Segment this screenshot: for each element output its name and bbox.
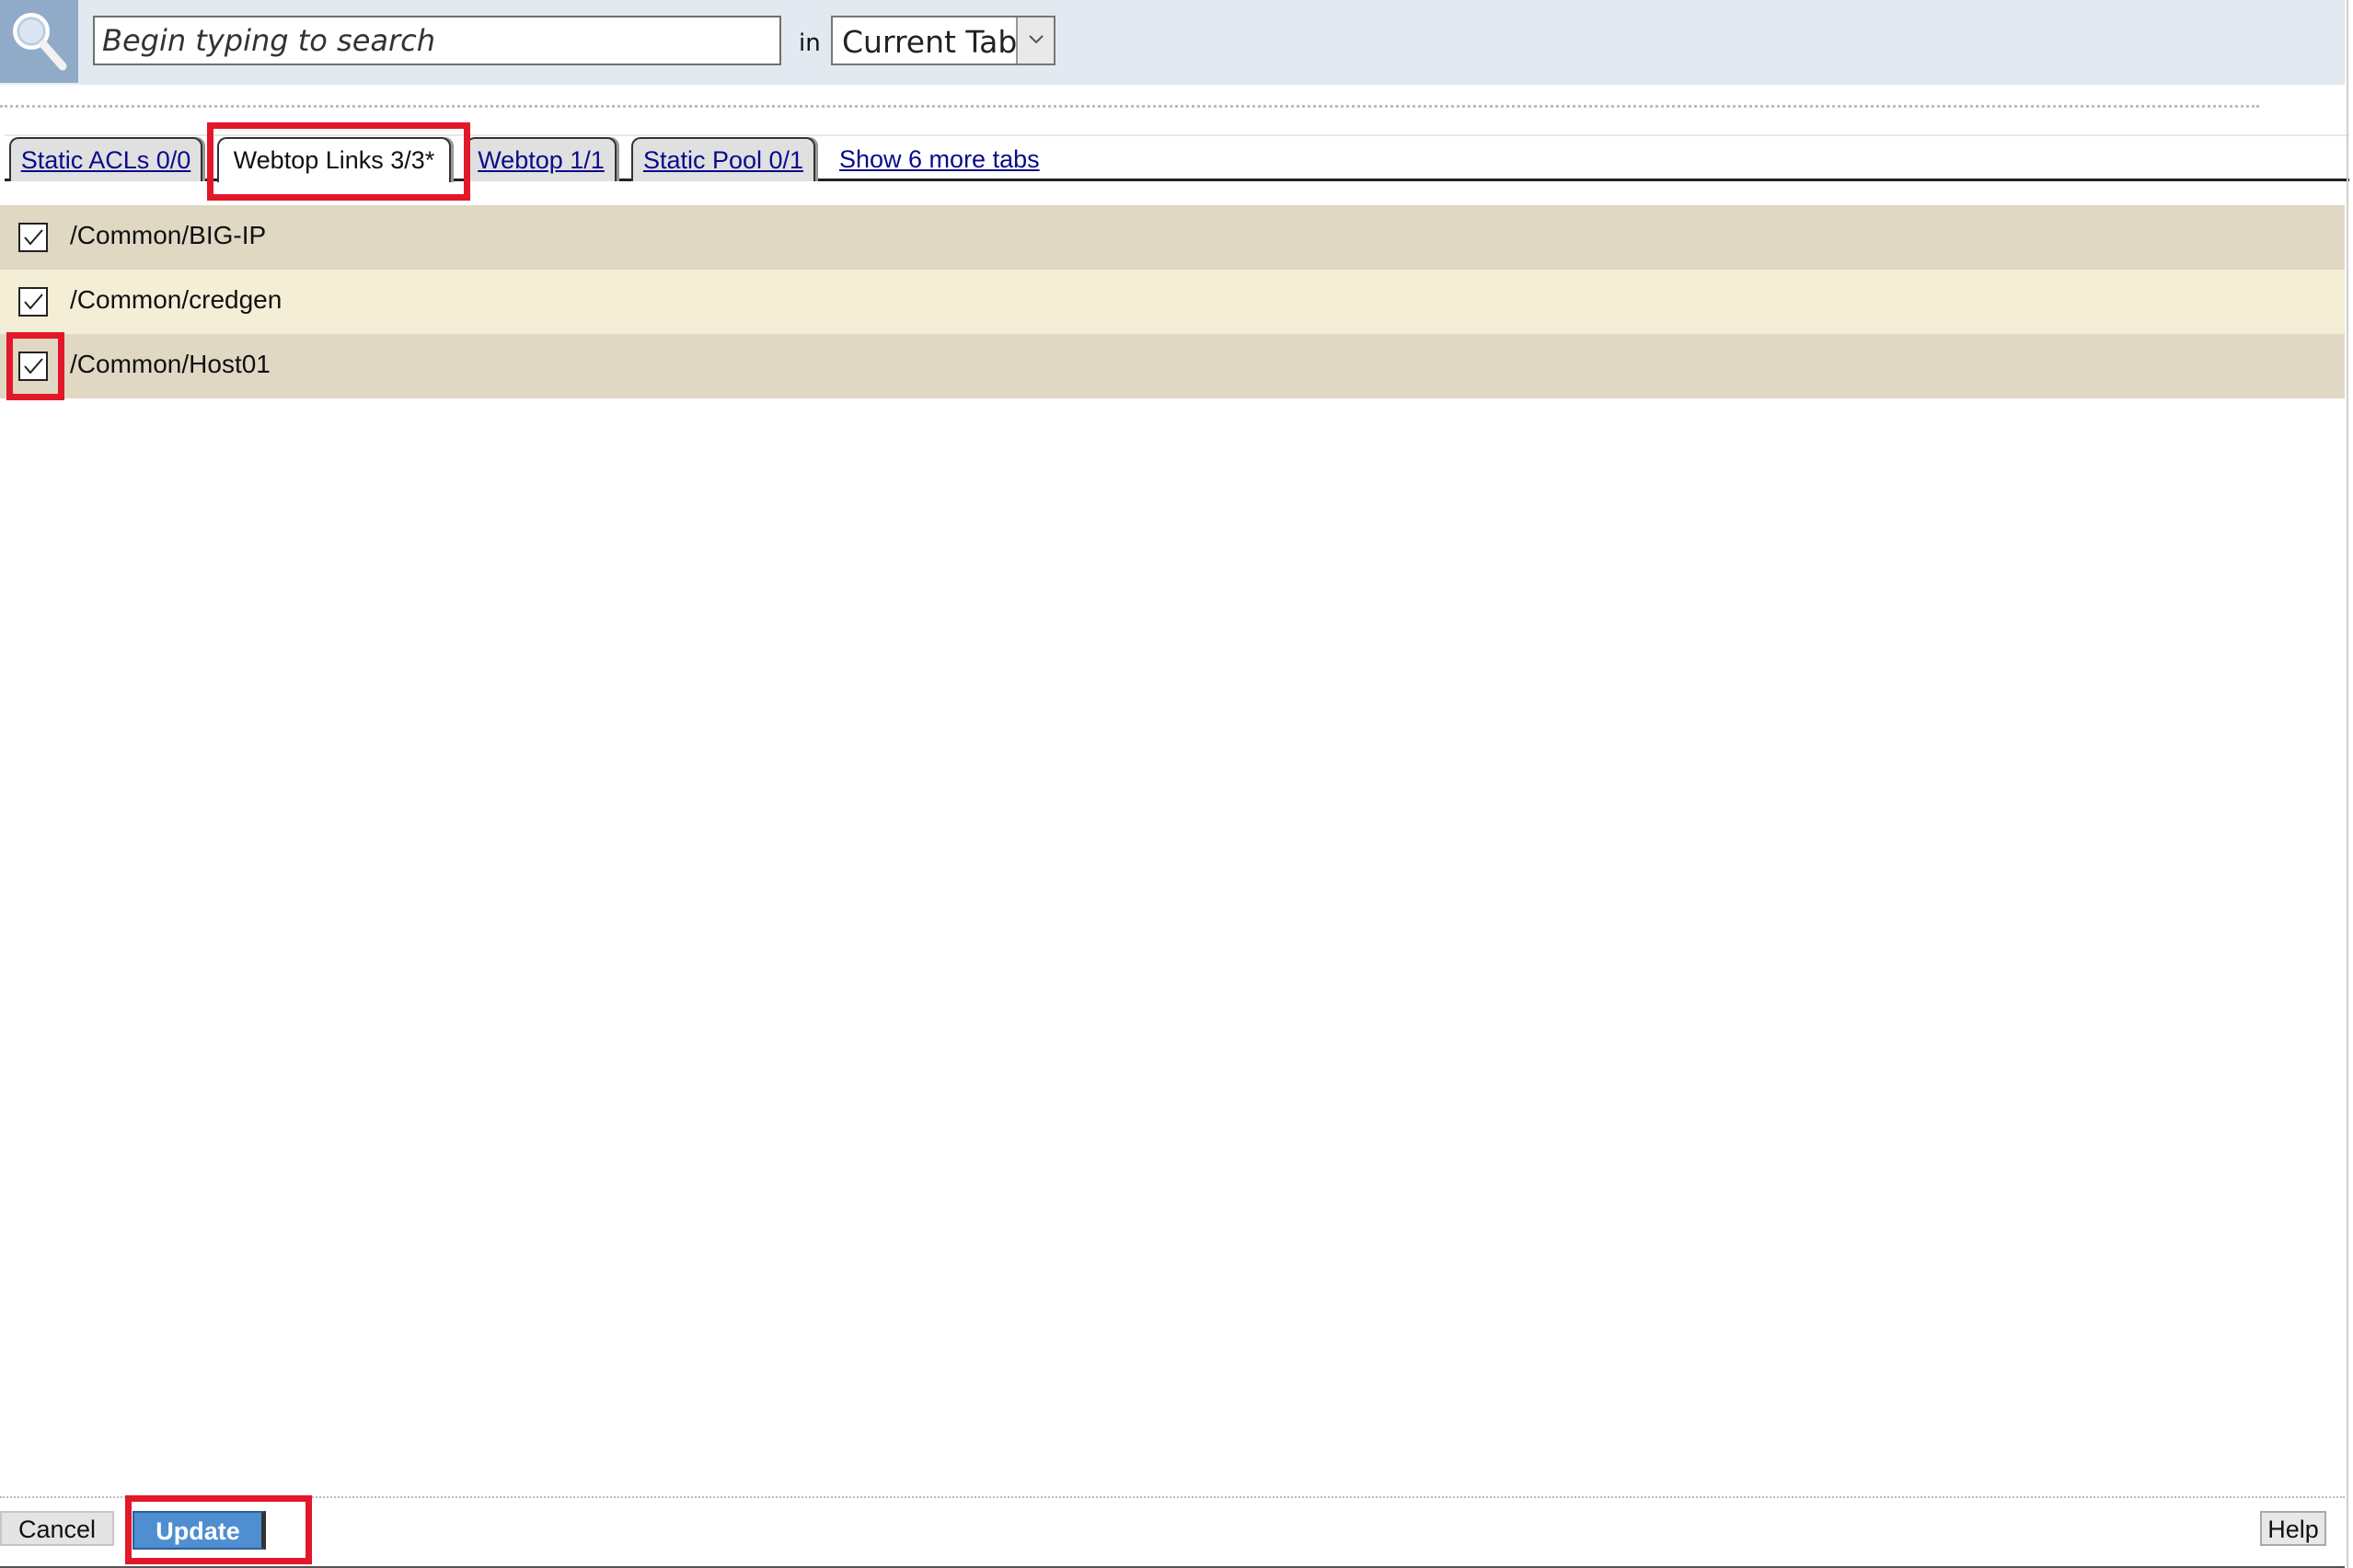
- tab-webtop[interactable]: Webtop 1/1: [466, 137, 617, 181]
- tabs-top-border: [5, 134, 2349, 136]
- item-checkbox[interactable]: [18, 223, 48, 252]
- chevron-down-icon[interactable]: [1016, 17, 1054, 63]
- search-bar: in Current Tab: [0, 0, 2345, 85]
- tab-webtop-links[interactable]: Webtop Links 3/3*: [217, 137, 451, 182]
- help-button[interactable]: Help: [2260, 1511, 2326, 1546]
- search-input[interactable]: [93, 16, 781, 65]
- search-icon[interactable]: [0, 0, 78, 83]
- list-item: /Common/credgen: [0, 270, 2345, 334]
- search-in-label: in: [799, 29, 821, 57]
- cancel-button[interactable]: Cancel: [0, 1511, 114, 1546]
- list-item: /Common/BIG-IP: [0, 205, 2345, 270]
- item-label: /Common/credgen: [70, 285, 283, 314]
- search-scope-value: Current Tab: [842, 24, 1018, 60]
- search-scope-select[interactable]: Current Tab: [831, 16, 1055, 65]
- item-checkbox[interactable]: [18, 352, 48, 381]
- item-label: /Common/Host01: [70, 350, 271, 378]
- list-item: /Common/Host01: [0, 334, 2345, 398]
- scrollbar-edge: [2347, 0, 2348, 1568]
- update-button[interactable]: Update: [133, 1511, 266, 1550]
- tab-static-acls[interactable]: Static ACLs 0/0: [9, 137, 202, 181]
- footer-separator: [0, 1496, 2345, 1498]
- show-more-tabs-link[interactable]: Show 6 more tabs: [839, 145, 1040, 174]
- item-checkbox[interactable]: [18, 287, 48, 317]
- item-label: /Common/BIG-IP: [70, 221, 267, 249]
- separator: [0, 105, 2259, 108]
- tab-static-pool[interactable]: Static Pool 0/1: [631, 137, 815, 181]
